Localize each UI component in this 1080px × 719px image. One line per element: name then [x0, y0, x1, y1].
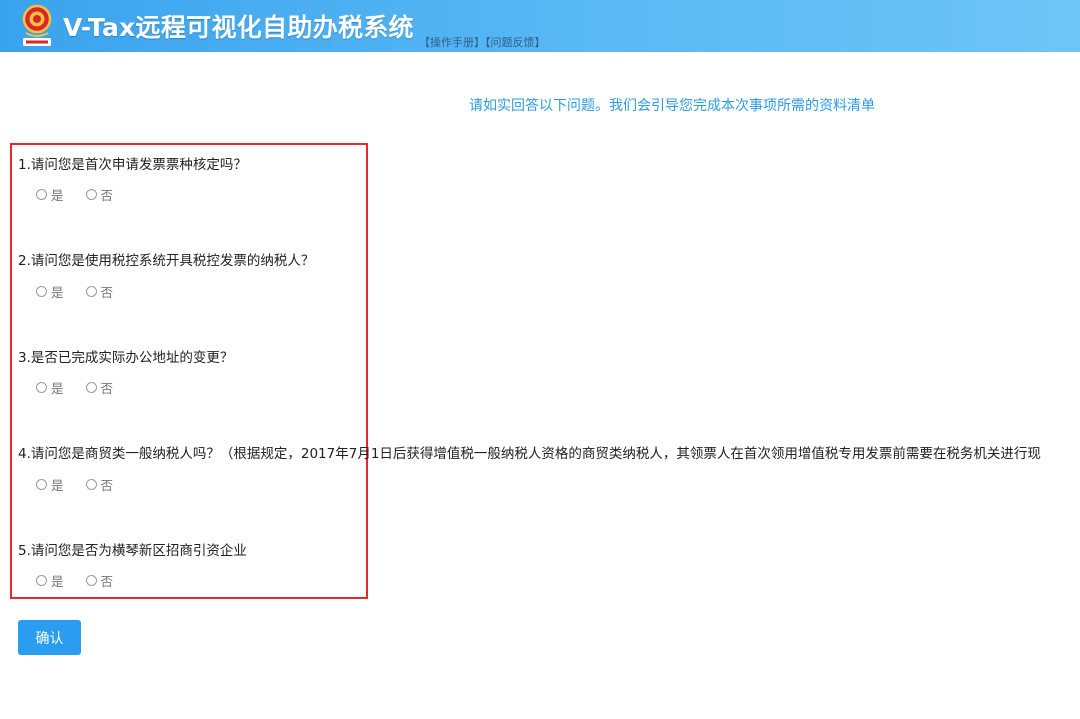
q4-yes-option[interactable]: 是: [36, 475, 64, 494]
q1-no-option[interactable]: 否: [85, 185, 114, 204]
tax-emblem-icon: [22, 4, 52, 46]
q1-no-label: 否: [100, 188, 114, 203]
q3-no-radio[interactable]: [85, 382, 97, 393]
question-1: 1.请问您是首次申请发票票种核定吗？: [18, 157, 247, 173]
q2-yes-option[interactable]: 是: [36, 282, 64, 301]
q4-no-radio[interactable]: [85, 479, 97, 490]
q2-no-label: 否: [100, 285, 114, 300]
q2-no-option[interactable]: 否: [85, 282, 114, 301]
q2-yes-label: 是: [51, 285, 64, 300]
q1-yes-radio[interactable]: [36, 189, 47, 200]
header-links: 【操作手册】【问题反馈】: [419, 34, 546, 50]
q3-yes-option[interactable]: 是: [36, 378, 64, 397]
q3-yes-radio[interactable]: [36, 382, 47, 393]
q2-no-radio[interactable]: [85, 286, 97, 297]
q4-no-label: 否: [100, 478, 114, 493]
manual-link[interactable]: 【操作手册】: [419, 36, 485, 49]
q3-no-option[interactable]: 否: [85, 378, 114, 397]
confirm-button[interactable]: 确认: [18, 620, 81, 655]
feedback-link[interactable]: 【问题反馈】: [485, 36, 546, 49]
q5-no-option[interactable]: 否: [85, 571, 114, 590]
q1-yes-label: 是: [51, 188, 64, 203]
q5-yes-radio[interactable]: [36, 575, 47, 586]
q3-no-label: 否: [100, 381, 114, 396]
q4-yes-radio[interactable]: [36, 479, 47, 490]
q5-no-label: 否: [100, 574, 114, 589]
q3-yes-label: 是: [51, 381, 64, 396]
app-title: V-Tax远程可视化自助办税系统: [63, 13, 414, 42]
q2-yes-radio[interactable]: [36, 286, 47, 297]
intro-text: 请如实回答以下问题。我们会引导您完成本次事项所需的资料清单: [469, 98, 875, 114]
question-3-options: 是 否: [36, 378, 113, 397]
question-1-options: 是 否: [36, 185, 113, 204]
q5-no-radio[interactable]: [85, 575, 97, 586]
question-4: 4.请问您是商贸类一般纳税人吗？（根据规定，2017年7月1日后获得增值税一般纳…: [18, 446, 1041, 462]
question-2-options: 是 否: [36, 282, 113, 301]
q5-yes-option[interactable]: 是: [36, 571, 64, 590]
question-3: 3.是否已完成实际办公地址的变更？: [18, 350, 234, 366]
highlight-box: [10, 143, 368, 599]
question-4-options: 是 否: [36, 475, 113, 494]
question-2: 2.请问您是使用税控系统开具税控发票的纳税人？: [18, 253, 315, 269]
question-5-options: 是 否: [36, 571, 113, 590]
q4-no-option[interactable]: 否: [85, 475, 114, 494]
question-5: 5.请问您是否为横琴新区招商引资企业: [18, 543, 247, 559]
q4-yes-label: 是: [51, 478, 64, 493]
q1-no-radio[interactable]: [85, 189, 97, 200]
app-header: V-Tax远程可视化自助办税系统 【操作手册】【问题反馈】: [0, 0, 1080, 52]
q1-yes-option[interactable]: 是: [36, 185, 64, 204]
q5-yes-label: 是: [51, 574, 64, 589]
